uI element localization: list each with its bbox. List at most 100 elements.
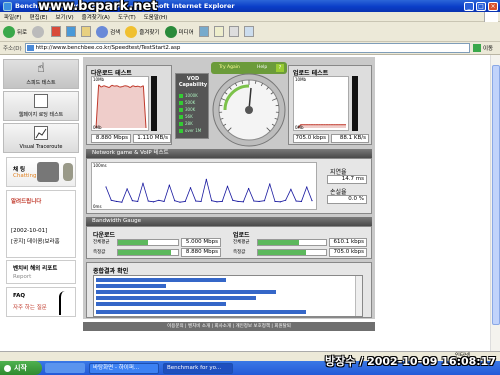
voip-segment [259, 200, 265, 202]
voip-chart [105, 178, 313, 203]
home-icon[interactable] [81, 26, 92, 37]
download-level-bar [151, 76, 157, 131]
nav-visual-traceroute[interactable]: Visual Traceroute [3, 123, 79, 153]
report-box[interactable]: 벤치비 해외 리포트 Report [6, 260, 76, 284]
voip-segment [221, 186, 228, 202]
document-icon [34, 94, 48, 108]
screenshot-stamp: 방장수 / 2002-10-09 16:08:17 [325, 355, 496, 368]
upload-level-bar [352, 76, 358, 131]
voip-segment [290, 189, 297, 202]
menu-favorites[interactable]: 즐겨찾기(A) [82, 13, 110, 21]
chat-box[interactable]: 채 팅 Chatting [6, 157, 76, 187]
voip-segment [148, 200, 154, 203]
bw-up-title: 업로드 [233, 232, 250, 239]
download-chart [95, 84, 147, 129]
nav-webpage-loading[interactable]: 웹페이지 로딩 테스트 [3, 91, 79, 121]
menu-tools[interactable]: 도구(T) [118, 13, 136, 21]
back-arrow-icon [3, 25, 15, 38]
menu-help[interactable]: 도움말(H) [144, 13, 168, 21]
result-scrollbar[interactable] [355, 276, 362, 316]
voip-segment [116, 201, 122, 203]
bw-down-title: 다운로드 [93, 232, 116, 239]
vod-level: 56K [179, 113, 207, 120]
forward-arrow-icon [32, 25, 45, 38]
voip-segment [269, 183, 276, 202]
voip-segment [280, 199, 286, 203]
faq-box[interactable]: FAQ 자주 하는 질문 [6, 287, 76, 317]
voip-segment [111, 199, 117, 202]
favorites-button[interactable]: 즐겨찾기 [125, 25, 160, 38]
media-icon [164, 25, 177, 38]
stop-icon[interactable] [51, 26, 62, 37]
download-mbps: 8.880 Mbps [91, 134, 131, 143]
help-button[interactable]: Help [257, 65, 267, 70]
maximize-button[interactable]: □ [476, 1, 486, 11]
vod-title: VOD Capability [178, 76, 208, 88]
page-icon [26, 45, 34, 51]
bandwidth-header: Bandwidth Gauge [86, 217, 372, 226]
quick-launch[interactable] [45, 363, 85, 373]
scroll-thumb[interactable] [492, 65, 500, 325]
vod-level: 300K [179, 106, 207, 113]
voip-segment [248, 188, 255, 202]
bw-down-meas-label: 측정값 [93, 250, 106, 255]
phone-icon [63, 163, 73, 181]
download-chart-area: 10Mb 0Mb [91, 76, 149, 131]
help-icon[interactable]: ? [276, 64, 284, 72]
taskbar-item-browser[interactable]: Benchmark for yo... [163, 362, 233, 374]
notice-title: 알려드립니다 [11, 199, 42, 205]
menu-edit[interactable]: 편집(E) [30, 13, 48, 21]
windows-flag-icon [4, 364, 11, 372]
voip-segment [306, 186, 313, 201]
question-figure-icon [59, 291, 71, 315]
edit-icon[interactable] [243, 26, 254, 37]
page-content: ☝ 스피드 테스트 웹페이지 로딩 테스트 Visual Traceroute … [0, 55, 500, 351]
start-button[interactable]: 시작 [0, 361, 42, 375]
search-button[interactable]: 검색 [96, 25, 120, 38]
bw-up-meas-label: 측정값 [233, 250, 246, 255]
bw-up-meas-bar [257, 249, 327, 256]
voip-panel: 100ms 0ms 지연율 14.7 ms 손실율 0.0 % [86, 158, 372, 214]
vod-level: over 1M [179, 127, 207, 134]
history-icon[interactable] [198, 26, 209, 37]
try-again-button[interactable]: Try Again [219, 65, 240, 70]
toolbar: 뒤로 검색 즐겨찾기 미디어 [0, 22, 500, 42]
speed-gauge: Try Again Help ? [211, 62, 287, 150]
voip-segment [200, 179, 207, 202]
upload-panel: 업로드 테스트 10Mb 0Mb 705.0 kbps 88.1 KB/s [288, 65, 372, 145]
page-scrollbar[interactable] [490, 55, 500, 351]
menu-file[interactable]: 파일(F) [4, 13, 22, 21]
bandwidth-panel: 다운로드 전체평균 5.000 Mbps 측정값 8.880 Mbps 업로드 … [86, 226, 372, 259]
address-input[interactable]: http://www.benchbee.co.kr/Speedtest/Test… [24, 43, 470, 53]
voip-segment [137, 183, 144, 202]
notice-link[interactable]: [공지] 데이콤(보라홈 [11, 237, 60, 245]
voip-segment [158, 199, 165, 202]
result-textarea[interactable] [93, 275, 363, 317]
mail-icon[interactable] [213, 26, 224, 37]
voip-segment [211, 200, 218, 203]
forward-button[interactable] [32, 25, 46, 38]
bw-up-avg-value: 610.1 kbps [329, 238, 367, 247]
voip-segment [205, 179, 213, 201]
back-button[interactable]: 뒤로 [3, 25, 27, 38]
upload-kbps: 705.0 kbps [293, 134, 329, 143]
refresh-icon[interactable] [66, 26, 77, 37]
go-button[interactable]: 이동 [473, 43, 497, 53]
faq-sub: 자주 하는 질문 [13, 305, 47, 311]
taskbar-item-desktop[interactable]: 바탕화면 - 하이퍼... [89, 362, 159, 374]
report-title: 벤치비 해외 리포트 [13, 266, 58, 272]
minimize-button[interactable]: _ [464, 1, 474, 11]
loss-value: 0.0 % [327, 195, 367, 204]
notice-box: 알려드립니다 [2002-10-01] [공지] 데이콤(보라홈 [6, 190, 76, 258]
search-icon [96, 25, 109, 38]
print-icon[interactable] [228, 26, 239, 37]
menu-view[interactable]: 보기(V) [55, 13, 73, 21]
upload-chart-area: 10Mb 0Mb [293, 76, 349, 131]
bw-up-avg-label: 전체평균 [233, 240, 250, 245]
media-button[interactable]: 미디어 [164, 25, 194, 38]
voip-segment [105, 186, 112, 201]
site-footer[interactable]: 이용문의 | 벤치비 소개 | 회사소개 | 개인정보 보호정책 | 회원탈퇴 [83, 322, 375, 331]
close-button[interactable]: × [488, 1, 498, 11]
voip-segment [169, 184, 176, 201]
nav-speed-test[interactable]: ☝ 스피드 테스트 [3, 59, 79, 89]
